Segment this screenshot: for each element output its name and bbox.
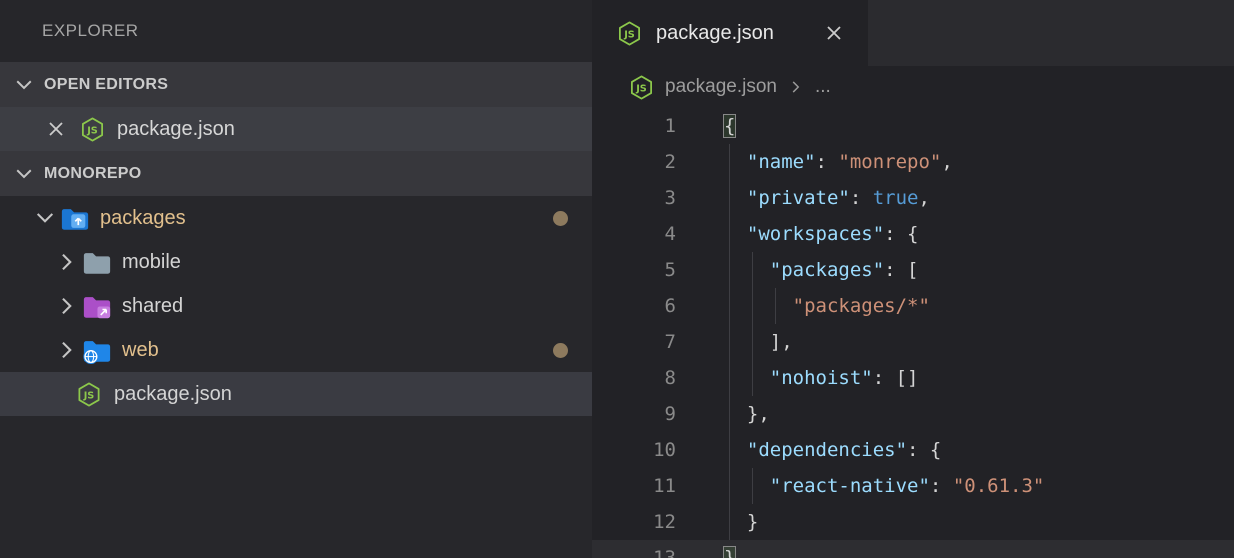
line-number: 8 (664, 367, 676, 389)
line-number: 4 (664, 223, 676, 245)
folder-web-icon (82, 337, 112, 364)
folder-shared-icon (82, 293, 112, 320)
code-line-content: "name": "monrepo", (724, 144, 953, 180)
close-icon[interactable] (44, 117, 68, 141)
code-line-content: "dependencies": { (724, 432, 941, 468)
line-number: 11 (653, 475, 676, 497)
code-line-content: "react-native": "0.61.3" (724, 468, 1044, 504)
code-line-content: } (724, 504, 758, 540)
nodejs-icon: JS (74, 381, 104, 408)
chevron-down-icon[interactable] (32, 205, 58, 231)
line-number: 13 (653, 547, 676, 558)
nodejs-icon: JS (79, 116, 106, 143)
line-number: 6 (664, 295, 676, 317)
chevron-down-icon (12, 73, 36, 97)
code-line[interactable]: 10 "dependencies": { (592, 432, 1234, 468)
section-workspace-label: MONOREPO (44, 164, 142, 182)
code-line[interactable]: 1{ (592, 108, 1234, 144)
line-number: 7 (664, 331, 676, 353)
chevron-right-icon[interactable] (54, 293, 80, 319)
code-line[interactable]: 11 "react-native": "0.61.3" (592, 468, 1234, 504)
svg-text:JS: JS (86, 125, 98, 136)
open-editor-item-label: package.json (117, 117, 235, 140)
line-number: 2 (664, 151, 676, 173)
svg-text:JS: JS (635, 83, 647, 94)
code-line[interactable]: 6 "packages/*" (592, 288, 1234, 324)
breadcrumb-file[interactable]: package.json (665, 76, 777, 98)
modified-dot (553, 210, 568, 226)
line-number: 5 (664, 259, 676, 281)
code-line[interactable]: 13} (592, 540, 1234, 558)
code-line-content: "nohoist": [] (724, 360, 918, 396)
line-number: 10 (653, 439, 676, 461)
code-line[interactable]: 2 "name": "monrepo", (592, 144, 1234, 180)
chevron-right-icon (787, 78, 805, 96)
tab-package-json[interactable]: JS package.json (592, 0, 868, 66)
modified-dot (553, 342, 568, 358)
code-line[interactable]: 3 "private": true, (592, 180, 1234, 216)
code-line-content: "private": true, (724, 180, 930, 216)
tree-item-label: packages (100, 206, 186, 229)
folder-mobile-icon (82, 249, 112, 276)
breadcrumb: JS package.json ... (592, 66, 1234, 108)
code-line[interactable]: 8 "nohoist": [] (592, 360, 1234, 396)
tree-item-label: shared (122, 294, 184, 317)
code-line-content: { (722, 114, 737, 138)
line-number: 3 (664, 187, 676, 209)
code-line-content: }, (724, 396, 770, 432)
sidebar-title: EXPLORER (0, 0, 592, 62)
code-line[interactable]: 12 } (592, 504, 1234, 540)
svg-text:JS: JS (623, 29, 635, 40)
chevron-right-icon[interactable] (54, 337, 80, 363)
section-open-editors[interactable]: OPEN EDITORS (0, 62, 592, 107)
tree-item-label: mobile (122, 250, 181, 273)
code-line-content: ], (724, 324, 793, 360)
line-number: 12 (653, 511, 676, 533)
chevron-down-icon (12, 162, 36, 186)
editor-pane: JS package.json JS package.json ... 1{2 … (592, 0, 1234, 558)
tree-item-packages[interactable]: packages (0, 196, 592, 240)
explorer-sidebar: EXPLORER OPEN EDITORS JS package.json MO… (0, 0, 592, 558)
tab-label: package.json (656, 21, 774, 44)
file-tree: packages mobile shared web JS package.json (0, 196, 592, 558)
section-open-editors-label: OPEN EDITORS (44, 75, 169, 93)
code-area[interactable]: 1{2 "name": "monrepo", 3 "private": true,… (592, 108, 1234, 558)
line-number: 1 (664, 115, 676, 137)
tree-item-label: web (122, 338, 159, 361)
tree-item-package-json[interactable]: JS package.json (0, 372, 592, 416)
chevron-right-icon[interactable] (54, 249, 80, 275)
code-line[interactable]: 4 "workspaces": { (592, 216, 1234, 252)
close-icon[interactable] (822, 21, 846, 45)
code-line[interactable]: 9 }, (592, 396, 1234, 432)
open-editor-item-package-json[interactable]: JS package.json (0, 107, 592, 151)
nodejs-icon: JS (628, 74, 655, 101)
folder-packages-icon (60, 205, 90, 232)
tab-bar: JS package.json (592, 0, 1234, 66)
code-line-content: "workspaces": { (724, 216, 919, 252)
line-number: 9 (664, 403, 676, 425)
svg-text:JS: JS (83, 390, 95, 401)
code-line[interactable]: 5 "packages": [ (592, 252, 1234, 288)
tree-item-shared[interactable]: shared (0, 284, 592, 328)
tree-item-mobile[interactable]: mobile (0, 240, 592, 284)
code-line-content: "packages/*" (724, 288, 930, 324)
code-line[interactable]: 7 ], (592, 324, 1234, 360)
tree-item-web[interactable]: web (0, 328, 592, 372)
nodejs-icon: JS (616, 20, 643, 47)
breadcrumb-ellipsis[interactable]: ... (815, 76, 831, 98)
vscode-window: EXPLORER OPEN EDITORS JS package.json MO… (0, 0, 1234, 558)
tree-item-label: package.json (114, 382, 232, 405)
section-workspace[interactable]: MONOREPO (0, 151, 592, 196)
code-line-content: "packages": [ (724, 252, 918, 288)
code-line-content: } (722, 540, 737, 558)
